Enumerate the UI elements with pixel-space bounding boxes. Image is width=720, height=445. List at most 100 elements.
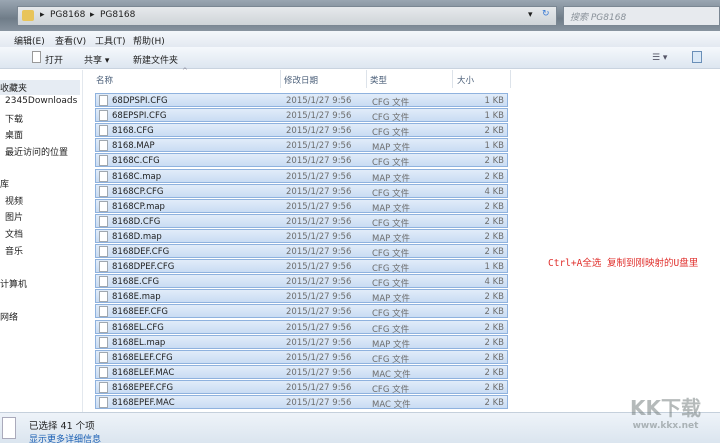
file-row[interactable]: 8168EL.CFG 2015/1/27 9:56 CFG 文件 2 KB: [95, 319, 508, 335]
file-row[interactable]: 8168CP.CFG 2015/1/27 9:56 CFG 文件 4 KB: [95, 183, 508, 199]
nav-item-desktop[interactable]: 桌面: [5, 128, 23, 141]
show-details-link[interactable]: 显示更多详细信息: [29, 432, 101, 445]
file-row[interactable]: 8168.MAP 2015/1/27 9:56 MAP 文件 1 KB: [95, 138, 508, 154]
new-folder-button[interactable]: 新建文件夹: [133, 53, 178, 66]
breadcrumb-item[interactable]: PG8168: [100, 10, 135, 20]
file-date: 2015/1/27 9:56: [286, 111, 352, 122]
menu-tools[interactable]: 工具(T): [95, 34, 126, 47]
file-name: 8168EPEF.CFG: [112, 382, 174, 393]
folder-icon: [22, 10, 34, 21]
nav-item-documents[interactable]: 文档: [5, 227, 23, 240]
file-name: 8168E.map: [112, 292, 161, 303]
view-options-icon[interactable]: ☰ ▾: [652, 53, 667, 63]
menu-bar: 编辑(E) 查看(V) 工具(T) 帮助(H): [0, 31, 720, 47]
file-date: 2015/1/27 9:56: [286, 382, 352, 393]
file-name: 8168EPEF.MAC: [112, 398, 175, 408]
menu-help[interactable]: 帮助(H): [133, 34, 165, 47]
file-date: 2015/1/27 9:56: [286, 367, 352, 378]
file-name: 8168.MAP: [112, 141, 155, 152]
file-icon: [99, 125, 108, 137]
sort-arrow-icon: ^: [182, 67, 188, 75]
file-row[interactable]: 8168C.map 2015/1/27 9:56 MAP 文件 2 KB: [95, 168, 508, 184]
column-header-name[interactable]: 名称: [96, 74, 113, 86]
nav-network[interactable]: 网络: [0, 310, 18, 323]
annotation-text: Ctrl+A全选 复制到刚映射的U盘里: [548, 258, 699, 269]
nav-computer[interactable]: 计算机: [0, 277, 27, 290]
file-type: MAP 文件: [372, 143, 410, 154]
nav-item-videos[interactable]: 视频: [5, 194, 23, 207]
column-divider: [452, 70, 453, 88]
column-header-size[interactable]: 大小: [457, 74, 474, 86]
file-icon: [99, 155, 108, 167]
file-row[interactable]: 8168DEF.CFG 2015/1/27 9:56 CFG 文件 2 KB: [95, 244, 508, 259]
file-row[interactable]: 8168EL.map 2015/1/27 9:56 MAP 文件 2 KB: [95, 334, 508, 350]
file-date: 2015/1/27 9:56: [286, 307, 352, 318]
file-name: 8168EL.map: [112, 337, 166, 348]
nav-item-downloads[interactable]: 下载: [5, 112, 23, 125]
file-name: 8168.CFG: [112, 126, 154, 137]
file-row[interactable]: 8168DPEF.CFG 2015/1/27 9:56 CFG 文件 1 KB: [95, 259, 508, 274]
file-row[interactable]: 8168EEF.CFG 2015/1/27 9:56 CFG 文件 2 KB: [95, 304, 508, 319]
file-row[interactable]: 8168E.map 2015/1/27 9:56 MAP 文件 2 KB: [95, 289, 508, 304]
file-type: CFG 文件: [372, 128, 410, 139]
file-row[interactable]: 68EPSPI.CFG 2015/1/27 9:56 CFG 文件 1 KB: [95, 108, 508, 123]
file-row[interactable]: 8168.CFG 2015/1/27 9:56 CFG 文件 2 KB: [95, 123, 508, 139]
favorites-header[interactable]: 收藏夹: [0, 80, 80, 95]
file-size: 4 KB: [484, 186, 504, 197]
file-name: 8168ELEF.MAC: [112, 367, 175, 378]
nav-libraries[interactable]: 库: [0, 177, 9, 190]
file-row[interactable]: 68DPSPI.CFG 2015/1/27 9:56 CFG 文件 1 KB: [95, 93, 508, 108]
file-name: 8168CP.map: [112, 201, 165, 212]
file-type: CFG 文件: [372, 98, 410, 108]
file-row[interactable]: 8168D.map 2015/1/27 9:56 MAP 文件 2 KB: [95, 228, 508, 244]
open-button[interactable]: 打开: [45, 53, 63, 66]
selection-count: 已选择 41 个项: [29, 421, 95, 432]
file-row[interactable]: 8168ELEF.CFG 2015/1/27 9:56 CFG 文件 2 KB: [95, 349, 508, 365]
file-row[interactable]: 8168D.CFG 2015/1/27 9:56 CFG 文件 2 KB: [95, 213, 508, 229]
file-size: 2 KB: [484, 156, 504, 167]
file-icon: [99, 95, 108, 106]
file-row[interactable]: 8168EPEF.MAC 2015/1/27 9:56 MAC 文件 2 KB: [95, 395, 508, 410]
file-icon: [99, 170, 108, 182]
nav-item-recent[interactable]: 最近访问的位置: [5, 145, 68, 158]
file-date: 2015/1/27 9:56: [286, 277, 352, 288]
watermark: KK下载 www.kkx.net: [630, 392, 701, 431]
file-icon: [2, 417, 16, 439]
navigation-pane: 收藏夹 2345Downloads 下载 桌面 最近访问的位置 库 视频 图片 …: [0, 70, 83, 412]
file-size: 1 KB: [484, 111, 504, 122]
file-name: 8168CP.CFG: [112, 186, 164, 197]
file-date: 2015/1/27 9:56: [286, 201, 352, 212]
file-date: 2015/1/27 9:56: [286, 141, 352, 152]
breadcrumb-arrow-icon: ▸: [90, 10, 95, 20]
file-row[interactable]: 8168E.CFG 2015/1/27 9:56 CFG 文件 4 KB: [95, 274, 508, 289]
nav-item-pictures[interactable]: 图片: [5, 210, 23, 223]
file-row[interactable]: 8168CP.map 2015/1/27 9:56 MAP 文件 2 KB: [95, 198, 508, 214]
breadcrumb-item[interactable]: PG8168: [50, 10, 85, 20]
address-bar[interactable]: ▸ PG8168 ▸ PG8168 ▾ ↻: [17, 6, 557, 26]
file-type: MAC 文件: [372, 400, 411, 410]
refresh-icon[interactable]: ↻: [542, 9, 550, 19]
file-size: 2 KB: [484, 171, 504, 182]
file-type: CFG 文件: [372, 158, 410, 169]
preview-pane-icon[interactable]: [692, 51, 702, 63]
file-type: CFG 文件: [372, 218, 410, 229]
file-icon: [99, 215, 108, 227]
search-input[interactable]: 搜索 PG8168: [563, 6, 720, 26]
nav-item-music[interactable]: 音乐: [5, 244, 23, 257]
file-row[interactable]: 8168EPEF.CFG 2015/1/27 9:56 CFG 文件 2 KB: [95, 379, 508, 395]
file-row[interactable]: 8168C.CFG 2015/1/27 9:56 CFG 文件 2 KB: [95, 153, 508, 169]
dropdown-icon[interactable]: ▾: [528, 10, 533, 20]
column-header-type[interactable]: 类型: [370, 74, 387, 86]
file-size: 2 KB: [484, 292, 504, 303]
menu-view[interactable]: 查看(V): [55, 34, 86, 47]
file-size: 1 KB: [484, 262, 504, 273]
nav-item-downloads-2345[interactable]: 2345Downloads: [5, 96, 77, 106]
file-row[interactable]: 8168ELEF.MAC 2015/1/27 9:56 MAC 文件 2 KB: [95, 364, 508, 380]
column-divider: [510, 70, 511, 88]
file-icon: [99, 381, 108, 393]
menu-edit[interactable]: 编辑(E): [14, 34, 45, 47]
file-icon: [99, 185, 108, 197]
file-date: 2015/1/27 9:56: [286, 231, 352, 242]
column-header-date[interactable]: 修改日期: [284, 74, 318, 86]
share-button[interactable]: 共享 ▾: [84, 53, 109, 66]
